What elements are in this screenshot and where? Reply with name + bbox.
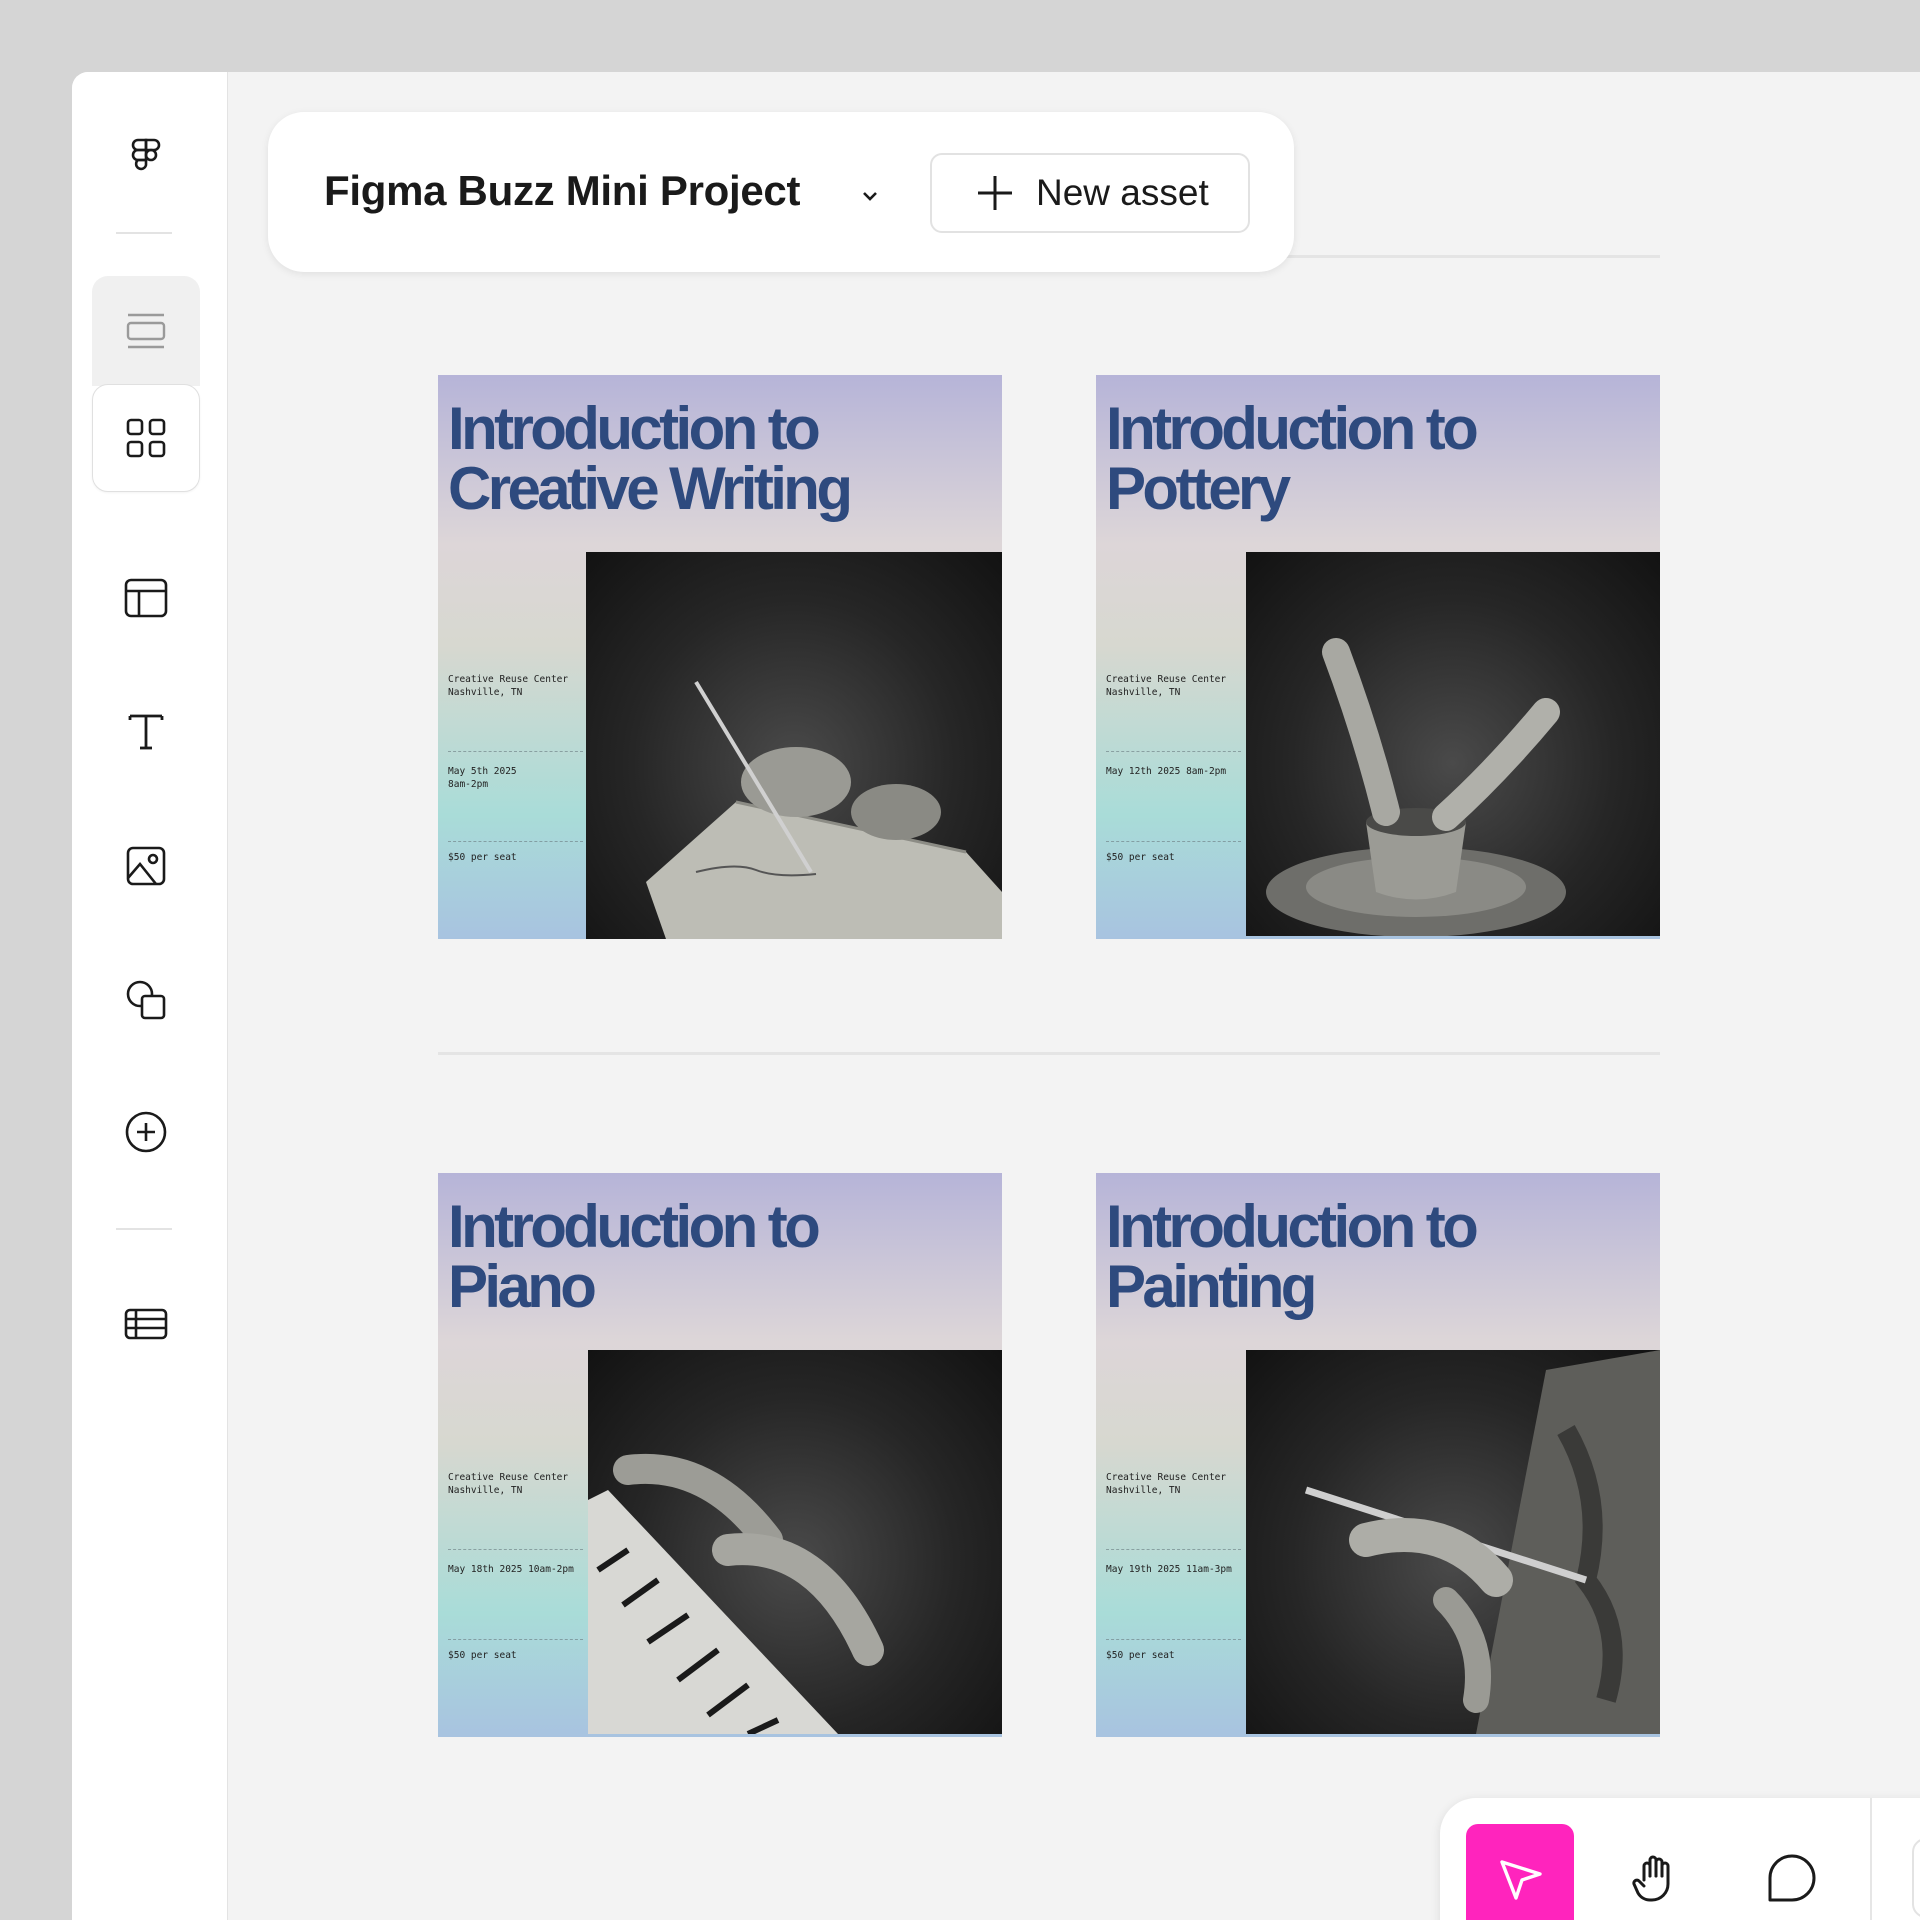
single-view-icon[interactable] bbox=[92, 276, 200, 386]
app-window: Figma Buzz Mini Project New asset Introd… bbox=[72, 72, 1920, 1920]
card-divider bbox=[448, 1549, 583, 1550]
card-divider bbox=[1106, 751, 1241, 752]
bottom-toolbar bbox=[1440, 1798, 1920, 1920]
image-icon[interactable] bbox=[92, 812, 200, 920]
project-title[interactable]: Figma Buzz Mini Project bbox=[324, 167, 800, 215]
card-location: Creative Reuse Center Nashville, TN bbox=[1106, 1472, 1227, 1496]
pen-tool-icon[interactable] bbox=[1912, 1838, 1920, 1918]
asset-card[interactable]: Introduction to Piano Creative Reuse Cen… bbox=[438, 1173, 1002, 1737]
card-photo-painting bbox=[1246, 1350, 1660, 1734]
card-price: $50 per seat bbox=[1106, 1650, 1175, 1661]
card-price: $50 per seat bbox=[448, 1650, 517, 1661]
card-price: $50 per seat bbox=[448, 852, 517, 863]
card-location: Creative Reuse Center Nashville, TN bbox=[448, 1472, 569, 1496]
card-title: Introduction to Piano bbox=[448, 1193, 821, 1320]
card-divider bbox=[1106, 1549, 1241, 1550]
card-photo-writing bbox=[586, 552, 1002, 939]
asset-card[interactable]: Introduction to Pottery Creative Reuse C… bbox=[1096, 375, 1660, 939]
sidebar-divider bbox=[116, 1228, 172, 1230]
canvas-divider bbox=[438, 1052, 1660, 1055]
text-tool-icon[interactable] bbox=[92, 678, 200, 786]
figma-logo-icon[interactable] bbox=[92, 102, 200, 210]
add-circle-icon[interactable] bbox=[92, 1078, 200, 1186]
comment-icon[interactable] bbox=[1738, 1824, 1846, 1920]
toolbar-separator bbox=[1870, 1798, 1872, 1920]
card-title: Introduction to Painting bbox=[1106, 1193, 1479, 1320]
card-date: May 5th 2025 8am-2pm bbox=[448, 766, 517, 790]
cursor-icon[interactable] bbox=[1466, 1824, 1574, 1920]
hand-icon[interactable] bbox=[1602, 1824, 1710, 1920]
plus-icon bbox=[978, 176, 1012, 210]
left-sidebar bbox=[72, 72, 228, 1920]
card-divider bbox=[1106, 841, 1241, 842]
card-title: Introduction to Creative Writing bbox=[448, 395, 853, 522]
sidebar-divider bbox=[116, 232, 172, 234]
card-date: May 19th 2025 11am-3pm bbox=[1106, 1564, 1232, 1575]
card-date: May 18th 2025 10am-2pm bbox=[448, 1564, 574, 1575]
card-divider bbox=[448, 751, 583, 752]
card-divider bbox=[448, 1639, 583, 1640]
card-price: $50 per seat bbox=[1106, 852, 1175, 863]
card-divider bbox=[1106, 1639, 1241, 1640]
card-photo-piano bbox=[588, 1350, 1002, 1737]
asset-card[interactable]: Introduction to Painting Creative Reuse … bbox=[1096, 1173, 1660, 1737]
grid-view-icon[interactable] bbox=[92, 384, 200, 492]
new-asset-button[interactable]: New asset bbox=[930, 153, 1250, 233]
card-divider bbox=[448, 841, 583, 842]
card-photo-pottery bbox=[1246, 552, 1660, 937]
project-header: Figma Buzz Mini Project New asset bbox=[268, 112, 1294, 272]
layout-template-icon[interactable] bbox=[92, 544, 200, 652]
card-title: Introduction to Pottery bbox=[1106, 395, 1479, 522]
shapes-icon[interactable] bbox=[92, 946, 200, 1054]
asset-card[interactable]: Introduction to Creative Writing Creativ… bbox=[438, 375, 1002, 939]
table-icon[interactable] bbox=[92, 1270, 200, 1378]
new-asset-label: New asset bbox=[1036, 172, 1209, 213]
chevron-down-icon[interactable] bbox=[856, 182, 884, 210]
card-location: Creative Reuse Center Nashville, TN bbox=[448, 674, 569, 698]
card-date: May 12th 2025 8am-2pm bbox=[1106, 766, 1227, 777]
card-location: Creative Reuse Center Nashville, TN bbox=[1106, 674, 1227, 698]
